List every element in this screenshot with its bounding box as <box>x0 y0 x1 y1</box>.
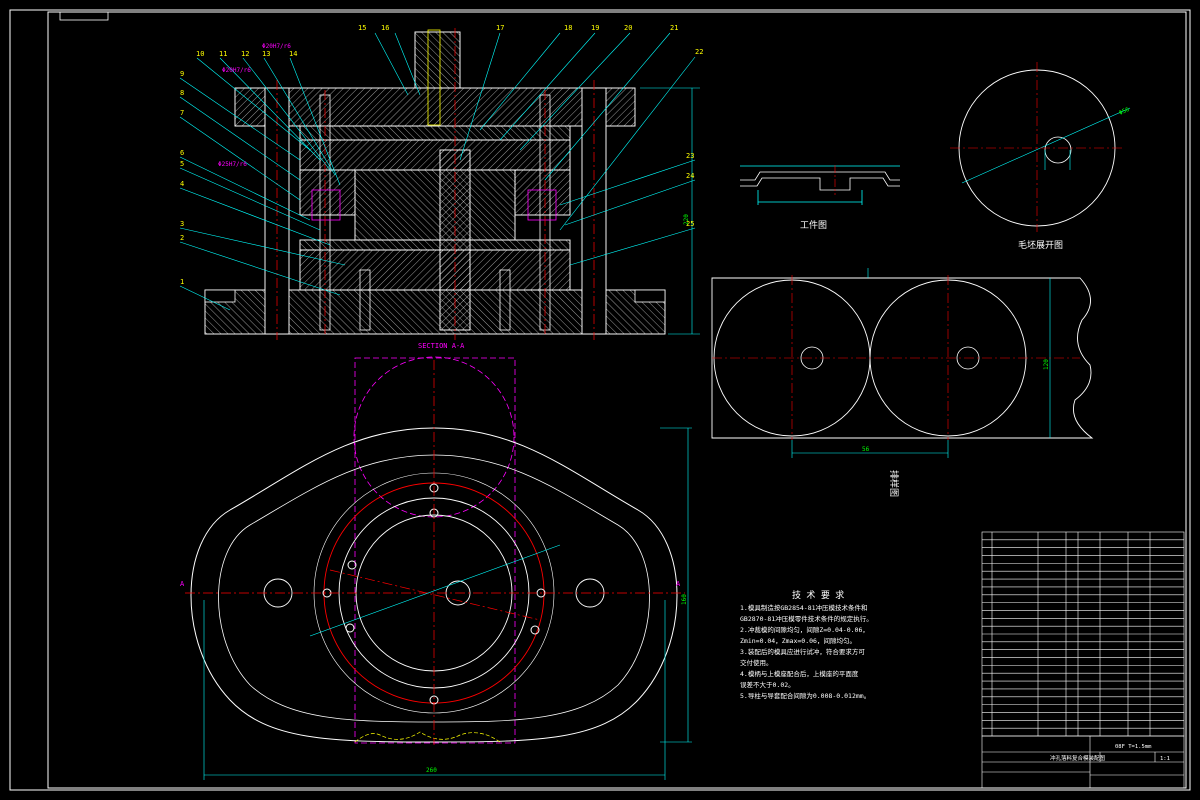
fit-note: Φ25H7/r6 <box>218 161 247 168</box>
part-number: 4 <box>180 180 184 188</box>
part-number: 18 <box>564 24 572 32</box>
part-number: 10 <box>196 50 204 58</box>
base-width-dim: 260 <box>426 767 437 774</box>
tech-lines: 1.模具制造按GB2854-81冲压模技术条件和 GB2870-81冲压模零件技… <box>740 603 873 700</box>
part-number: 12 <box>241 50 249 58</box>
part-number: 7 <box>180 109 184 117</box>
blank-centerlines <box>950 62 1125 232</box>
part-number: 8 <box>180 89 184 97</box>
part-number: 11 <box>219 50 227 58</box>
part-number: 24 <box>686 172 694 180</box>
tech-line: 1.模具制造按GB2854-81冲压模技术条件和 <box>740 603 868 612</box>
title-material: 08F T=1.5mm <box>1115 744 1152 750</box>
part-number: 1 <box>180 278 184 286</box>
part-number: 25 <box>686 220 694 228</box>
tech-line: Zmin=0.04，Zmax=0.06，间隙均匀。 <box>740 636 856 645</box>
workpiece-label: 工件图 <box>800 219 827 231</box>
part-number: 2 <box>180 234 184 242</box>
part-number: 3 <box>180 220 184 228</box>
title-name: 冲孔落料复合模装配图 <box>1050 754 1106 762</box>
cad-drawing-canvas: 220 15 16 17 18 19 20 21 22 10 11 12 13 … <box>9 9 1191 791</box>
layout-label: 排样图 <box>888 470 900 497</box>
blank-label: 毛坯展开图 <box>1018 239 1063 251</box>
strip-layout-view <box>711 268 1094 458</box>
section-label: SECTION A-A <box>418 342 465 350</box>
tech-line: 误差不大于0.02。 <box>740 680 795 689</box>
part-number: 9 <box>180 70 184 78</box>
title-scale: 1:1 <box>1160 756 1170 762</box>
part-number: 20 <box>624 24 632 32</box>
part-number: 19 <box>591 24 599 32</box>
part-number: 23 <box>686 152 694 160</box>
cut-marker-right: A <box>676 580 681 588</box>
title-block <box>981 735 1185 789</box>
fit-note: Φ20H7/r6 <box>262 43 291 50</box>
fit-note: Φ20H7/r6 <box>222 67 251 74</box>
part-number: 6 <box>180 149 184 157</box>
tech-line: 交付使用。 <box>740 658 773 667</box>
part-number: 13 <box>262 50 270 58</box>
strip-width-dim: 120 <box>1043 359 1050 370</box>
part-number: 5 <box>180 160 184 168</box>
tech-line: 3.装配后的模具应进行试冲，符合要求方可 <box>740 647 865 656</box>
tech-line: 5.导柱与导套配合间隙为0.008-0.012mm。 <box>740 691 870 700</box>
workpiece-view <box>740 165 900 205</box>
tech-title: 技 术 要 求 <box>792 589 844 601</box>
part-number: 14 <box>289 50 297 58</box>
cut-marker-left: A <box>180 580 185 588</box>
part-number: 21 <box>670 24 678 32</box>
pitch-dim: 56 <box>862 446 870 453</box>
part-number: 15 <box>358 24 366 32</box>
bom-table <box>981 531 1185 737</box>
tech-line: GB2870-81冲压模零件技术条件的规定执行。 <box>740 614 873 623</box>
base-height-dim: 160 <box>681 594 688 605</box>
tech-line: 2.冲裁模的间隙均匀，间隙Z=0.04-0.06， <box>740 625 869 634</box>
plan-centerlines <box>185 360 685 745</box>
blank-dia-dim: Φ56 <box>1118 106 1131 117</box>
tech-line: 4.模柄与上模座配合后，上模座的平面度 <box>740 669 859 678</box>
part-number: 16 <box>381 24 389 32</box>
part-number: 17 <box>496 24 504 32</box>
part-number: 22 <box>695 48 703 56</box>
plan-dimensions <box>203 427 692 780</box>
